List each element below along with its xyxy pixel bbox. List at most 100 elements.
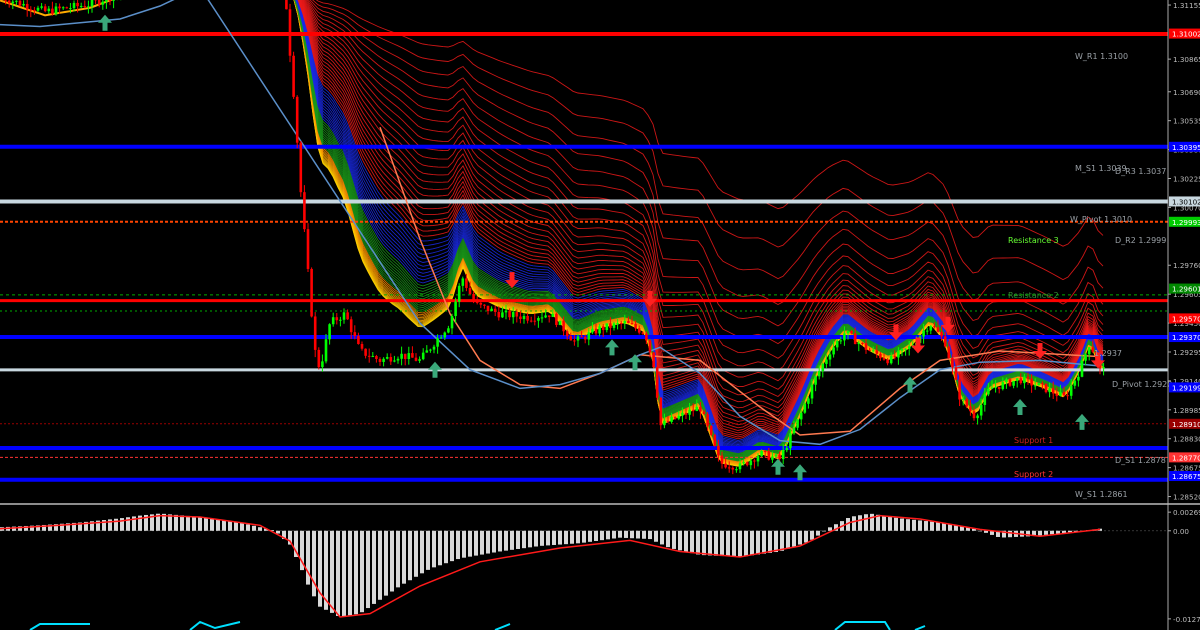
osc-histogram-bar bbox=[390, 530, 394, 592]
osc-histogram-bar bbox=[582, 530, 586, 543]
osc-histogram-bar bbox=[666, 530, 670, 548]
osc-histogram-bar bbox=[402, 530, 406, 584]
candle-body bbox=[558, 320, 562, 325]
candle-body bbox=[47, 8, 51, 12]
candle-body bbox=[54, 6, 58, 14]
osc-histogram-bar bbox=[222, 520, 226, 531]
osc-histogram-bar bbox=[756, 530, 760, 555]
candle-body bbox=[814, 376, 817, 385]
osc-histogram-bar bbox=[432, 530, 436, 568]
osc-histogram-bar bbox=[1056, 530, 1060, 534]
candle-body bbox=[886, 359, 889, 364]
osc-histogram-bar bbox=[510, 530, 514, 550]
candle-body bbox=[1023, 376, 1026, 384]
osc-histogram-bar bbox=[336, 530, 340, 616]
osc-histogram-bar bbox=[564, 530, 568, 545]
osc-histogram-bar bbox=[648, 530, 652, 540]
candle-body bbox=[756, 456, 760, 462]
osc-histogram-bar bbox=[252, 525, 256, 531]
osc-histogram-bar bbox=[684, 530, 688, 552]
osc-histogram-bar bbox=[738, 530, 742, 557]
candle-body bbox=[778, 454, 781, 460]
osc-histogram-bar bbox=[420, 530, 424, 574]
price-axis-level-label: 1.29993 bbox=[1172, 218, 1200, 227]
forex-chart[interactable]: W_R1 1.3100 M_S1 1.3039 D_R3 1.3037 W_Pi… bbox=[0, 0, 1200, 630]
osc-histogram-bar bbox=[984, 530, 988, 533]
candle-body bbox=[353, 332, 357, 336]
osc-histogram-bar bbox=[1008, 530, 1012, 538]
osc-histogram-bar bbox=[330, 530, 334, 613]
candle-body bbox=[15, 0, 18, 2]
candle-body bbox=[306, 229, 310, 269]
osc-histogram-bar bbox=[216, 519, 220, 531]
osc-histogram-bar bbox=[894, 517, 898, 531]
osc-histogram-bar bbox=[174, 514, 178, 531]
level-label-d-pivot: D_Pivot 1.2920 bbox=[1112, 380, 1172, 389]
candle-body bbox=[483, 304, 486, 306]
candle-body bbox=[76, 2, 79, 7]
candle-body bbox=[385, 357, 389, 359]
candle-body bbox=[684, 412, 688, 415]
candle-body bbox=[519, 316, 522, 320]
candle-body bbox=[796, 419, 799, 428]
candle-body bbox=[979, 404, 983, 416]
osc-histogram-bar bbox=[600, 530, 604, 541]
osc-histogram-bar bbox=[210, 518, 214, 531]
candle-body bbox=[346, 312, 349, 320]
candle-body bbox=[1084, 354, 1087, 361]
candle-body bbox=[1102, 367, 1105, 369]
candle-body bbox=[508, 310, 511, 318]
osc-histogram-bar bbox=[258, 527, 262, 531]
price-axis-tick-label: 1.30690 bbox=[1173, 88, 1200, 97]
osc-histogram-bar bbox=[426, 530, 430, 570]
osc-histogram-bar bbox=[492, 530, 496, 553]
candle-body bbox=[472, 293, 475, 302]
level-label-w-pivot: W_Pivot 1.3010 bbox=[1070, 215, 1132, 224]
candle-body bbox=[958, 379, 961, 400]
candle-body bbox=[457, 285, 461, 302]
candle-body bbox=[738, 463, 742, 470]
osc-histogram-bar bbox=[726, 530, 730, 557]
candle-body bbox=[562, 320, 565, 332]
osc-histogram-bar bbox=[864, 514, 868, 531]
candle-body bbox=[904, 348, 907, 350]
level-label-m-pivot: 1.2937 bbox=[1094, 349, 1122, 358]
candle-body bbox=[648, 340, 652, 353]
osc-histogram-bar bbox=[630, 530, 634, 539]
candle-body bbox=[1012, 380, 1015, 386]
osc-histogram-bar bbox=[486, 530, 490, 554]
osc-histogram-bar bbox=[882, 515, 886, 531]
candle-body bbox=[821, 363, 825, 372]
osc-histogram-bar bbox=[558, 530, 562, 545]
price-axis-tick-label: 1.28985 bbox=[1173, 406, 1200, 415]
candle-body bbox=[299, 142, 303, 193]
candle-body bbox=[1019, 378, 1023, 384]
candle-body bbox=[731, 467, 735, 470]
candle-body bbox=[792, 427, 796, 434]
osc-histogram-bar bbox=[732, 530, 736, 557]
candle-body bbox=[724, 463, 727, 468]
osc-histogram-bar bbox=[366, 530, 370, 609]
osc-histogram-bar bbox=[306, 530, 310, 585]
osc-histogram-bar bbox=[906, 519, 910, 531]
candle-body bbox=[583, 336, 587, 340]
candle-body bbox=[393, 360, 396, 362]
osc-histogram-bar bbox=[360, 530, 364, 613]
osc-histogram-bar bbox=[918, 520, 922, 531]
candle-body bbox=[972, 411, 976, 419]
candle-body bbox=[709, 425, 713, 435]
candle-body bbox=[432, 346, 436, 350]
osc-histogram-bar bbox=[228, 521, 232, 531]
candle-body bbox=[403, 353, 407, 360]
level-label-d-s1: D_S1 1.2878 bbox=[1115, 456, 1166, 465]
price-axis-tick-label: 1.30865 bbox=[1173, 55, 1200, 64]
candle-body bbox=[1015, 378, 1019, 381]
candle-body bbox=[817, 371, 821, 377]
osc-histogram-bar bbox=[702, 530, 706, 556]
price-axis-level-label: 1.29601 bbox=[1172, 285, 1200, 294]
osc-histogram-bar bbox=[348, 530, 352, 616]
candle-body bbox=[735, 469, 738, 471]
candle-body bbox=[285, 0, 288, 10]
osc-histogram-bar bbox=[504, 530, 508, 551]
osc-histogram-bar bbox=[516, 530, 520, 549]
